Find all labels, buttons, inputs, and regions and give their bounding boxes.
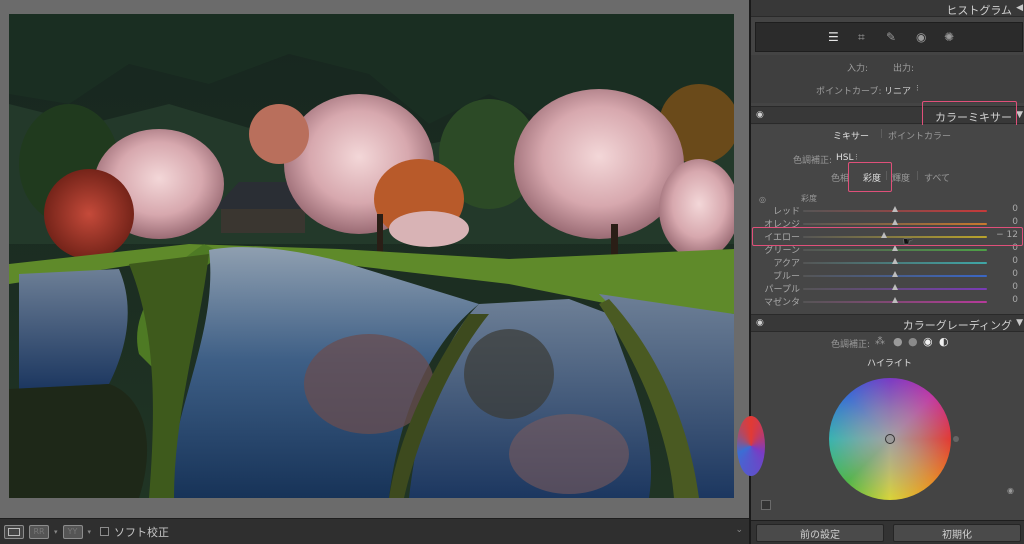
slider-row[interactable]: レッド 0 — [751, 204, 1024, 217]
output-label: 出力: — [893, 64, 915, 74]
color-mixer-body: ミキサー | ポイントカラー 色調補正: HSL ⁝ 色相 彩度 | 輝度 | … — [751, 125, 1024, 315]
slider-label: レッド — [772, 207, 800, 217]
slider-row[interactable]: マゼンタ 0 — [751, 295, 1024, 308]
slider-label: アクア — [773, 259, 800, 269]
develop-panel: ヒストグラム ◀ ☰ ⌗ ✎ ◉ ✺ 入力: 出力: ポイントカーブ: リニア … — [737, 0, 1024, 544]
slider-value[interactable]: 0 — [1012, 282, 1018, 292]
color-grading-title: カラーグレーディング — [902, 319, 1012, 332]
subtab-luminance[interactable]: 輝度 — [892, 171, 910, 184]
wheel-label: ハイライト — [867, 359, 912, 369]
midtones-wheel-icon[interactable]: ● — [908, 335, 918, 348]
highlight-saturation-tab — [848, 162, 892, 192]
wheel-outer-handle[interactable] — [953, 436, 959, 442]
slider-thumb[interactable] — [892, 206, 898, 212]
loupe-view-button[interactable] — [4, 524, 24, 539]
input-label: 入力: — [847, 64, 869, 74]
photo-workspace — [0, 0, 749, 518]
point-curve-dropdown-icon[interactable]: ⁝ — [916, 84, 919, 94]
slider-label: ブルー — [772, 272, 800, 282]
target-adjust-icon[interactable]: ◎ — [759, 195, 766, 204]
bottom-toolbar: RR ▾ YY ▾ ソフト校正 ⌄ — [0, 518, 749, 544]
wheel-swatch[interactable] — [761, 500, 771, 510]
crop-icon[interactable]: ⌗ — [858, 30, 865, 45]
tool-strip: ☰ ⌗ ✎ ◉ ✺ — [755, 22, 1023, 52]
histogram-title: ヒストグラム — [946, 4, 1012, 17]
point-curve-label: ポイントカーブ: — [816, 87, 882, 97]
shadows-wheel-icon[interactable]: ● — [893, 335, 903, 348]
photo-preview[interactable] — [9, 14, 734, 498]
healing-icon[interactable]: ✎ — [886, 30, 896, 44]
slider-label: マゼンタ — [763, 298, 800, 308]
redeye-icon[interactable]: ◉ — [916, 30, 926, 44]
subtab-hue[interactable]: 色相 — [831, 171, 849, 184]
subtab-separator: | — [916, 171, 920, 181]
slider-thumb[interactable] — [892, 258, 898, 264]
reset-button[interactable]: 初期化 — [893, 524, 1021, 542]
collapse-down-icon[interactable]: ▼ — [1016, 110, 1023, 120]
grading-adjust-label: 色調補正: — [831, 340, 871, 350]
eye-icon[interactable]: ◉ — [756, 110, 764, 120]
tab-separator: | — [880, 129, 884, 139]
slider-thumb[interactable] — [892, 271, 898, 277]
highlight-yellow-slider — [752, 227, 1023, 246]
chevron-down-icon[interactable]: ▾ — [54, 528, 58, 536]
slider-label: パープル — [764, 285, 800, 295]
photo-image — [9, 14, 734, 498]
slider-value[interactable]: 0 — [1012, 256, 1018, 266]
saturation-group-label: 彩度 — [801, 194, 817, 203]
highlights-wheel-icon[interactable]: ◉ — [923, 335, 933, 348]
tab-mixer[interactable]: ミキサー — [833, 129, 869, 142]
slider-value[interactable]: 0 — [1012, 204, 1018, 214]
slider-row[interactable]: ブルー 0 — [751, 269, 1024, 282]
previous-settings-button[interactable]: 前の設定 — [756, 524, 884, 542]
view-b-label: YY — [67, 527, 78, 536]
edit-sliders-icon[interactable]: ☰ — [828, 30, 839, 44]
color-grading-header[interactable]: ◉ カラーグレーディング ▼ — [751, 314, 1024, 332]
softproof-checkbox[interactable] — [100, 527, 110, 536]
slider-row[interactable]: パープル 0 — [751, 282, 1024, 295]
panel-footer: 前の設定 初期化 — [751, 520, 1024, 544]
eye-icon[interactable]: ◉ — [756, 318, 764, 328]
tab-point-color[interactable]: ポイントカラー — [888, 129, 951, 142]
previous-settings-label: 前の設定 — [800, 529, 840, 541]
before-after-view-button[interactable]: RR — [29, 524, 49, 539]
slider-value[interactable]: 0 — [1012, 295, 1018, 305]
adjacent-wheel-preview — [737, 416, 765, 476]
highlights-color-wheel[interactable] — [829, 378, 951, 500]
three-way-icon[interactable]: ⁂ — [875, 336, 885, 347]
before-after-split-button[interactable]: YY — [62, 524, 83, 539]
collapse-down-icon[interactable]: ▼ — [1016, 318, 1023, 328]
adjust-label: 色調補正: — [793, 156, 833, 166]
chevron-down-icon[interactable]: ▾ — [88, 528, 92, 536]
view-a-label: RR — [33, 527, 45, 536]
slider-row[interactable]: アクア 0 — [751, 256, 1024, 269]
slider-value[interactable]: 0 — [1012, 269, 1018, 279]
global-wheel-icon[interactable]: ◐ — [939, 335, 949, 348]
slider-thumb[interactable] — [892, 284, 898, 290]
softproof-label: ソフト校正 — [114, 525, 170, 539]
masking-icon[interactable]: ✺ — [944, 30, 954, 44]
eye-icon[interactable]: ◉ — [1007, 486, 1014, 495]
collapse-left-icon[interactable]: ◀ — [1016, 3, 1023, 13]
slider-value[interactable]: 0 — [1012, 217, 1018, 227]
mouse-cursor: ☛ — [903, 235, 913, 248]
toolbar-menu-icon[interactable]: ⌄ — [735, 525, 743, 535]
color-grading-body: 色調補正: ⁂ ● ● ◉ ◐ ハイライト ◉ — [737, 334, 1024, 519]
slider-thumb[interactable] — [892, 219, 898, 225]
wheel-handle[interactable] — [885, 434, 895, 444]
slider-thumb[interactable] — [892, 297, 898, 303]
point-curve-value[interactable]: リニア — [884, 84, 911, 97]
tone-curve-section: 入力: 出力: ポイントカーブ: リニア ⁝ — [751, 55, 1024, 103]
reset-label: 初期化 — [942, 529, 972, 541]
subtab-all[interactable]: すべて — [924, 171, 950, 184]
histogram-header[interactable]: ヒストグラム ◀ — [751, 0, 1024, 17]
